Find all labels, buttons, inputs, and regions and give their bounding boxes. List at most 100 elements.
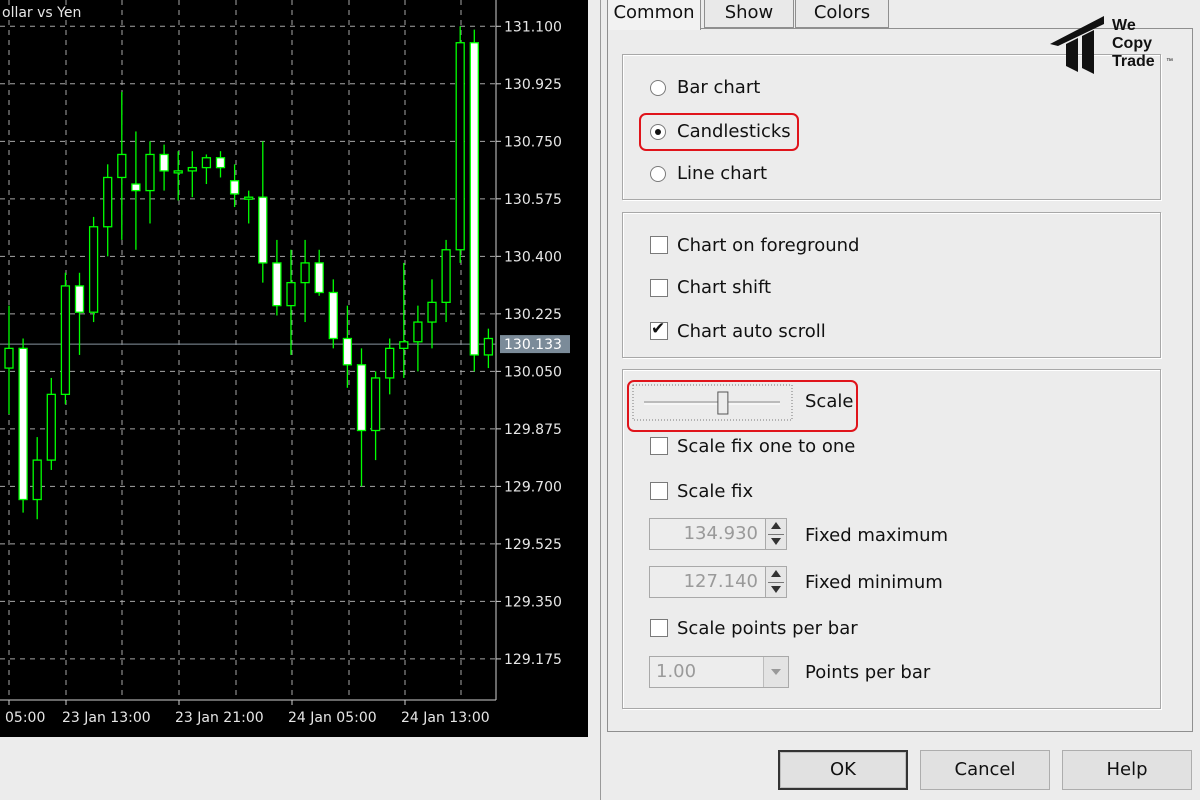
chart-shift-label[interactable]: Chart shift: [677, 277, 771, 298]
points-per-bar-value: 1.00: [656, 661, 697, 682]
slider-thumb[interactable]: [717, 391, 729, 415]
logo-text-trade: Trade: [1112, 53, 1155, 70]
candlesticks-label[interactable]: Candlesticks: [677, 121, 791, 142]
candle-body: [258, 196, 268, 264]
candle-body: [74, 285, 85, 313]
spin-up-icon: [771, 570, 781, 577]
candle-body: [455, 42, 465, 251]
price-tick-label: 130.400: [504, 249, 562, 265]
bar-chart-radio[interactable]: [650, 80, 666, 96]
logo-text-we: We: [1112, 17, 1136, 34]
price-chart[interactable]: 131.100 130.925 130.750 130.575 130.400 130.2…: [0, 0, 588, 737]
scale-fix-one-to-one-checkbox[interactable]: [650, 437, 668, 455]
spin-down-icon: [771, 586, 781, 593]
scale-slider[interactable]: [632, 384, 794, 422]
tab-common[interactable]: Common: [607, 0, 701, 30]
points-per-bar-label: Points per bar: [805, 662, 931, 683]
candle-body: [88, 226, 99, 313]
fixed-maximum-input[interactable]: 134.930: [649, 518, 767, 550]
candle-body: [201, 157, 212, 169]
price-tick-label: 130.750: [504, 134, 562, 150]
candle-body: [229, 180, 240, 195]
price-tick-label: 129.700: [504, 479, 562, 495]
chart-shift-checkbox[interactable]: [650, 279, 668, 297]
fixed-minimum-spinner[interactable]: [765, 566, 787, 598]
scale-points-per-bar-checkbox[interactable]: [650, 619, 668, 637]
candle-body: [46, 393, 56, 461]
candle-body: [131, 183, 141, 192]
fixed-minimum-input[interactable]: 127.140: [649, 566, 767, 598]
line-chart-radio[interactable]: [650, 166, 666, 182]
price-tick-label: 129.175: [504, 652, 562, 668]
candle-body: [441, 249, 451, 303]
chart-title: ollar vs Yen: [2, 5, 81, 21]
candlestick-chart: 131.100 130.925 130.750 130.575 130.400 130.2…: [0, 0, 570, 726]
candle-body: [342, 337, 353, 366]
help-button[interactable]: Help: [1062, 750, 1192, 790]
candle-body: [32, 459, 42, 501]
candle-body: [4, 347, 14, 369]
price-tick-label: 129.350: [504, 594, 562, 610]
wecopytrade-logo: We Copy Trade ™: [1048, 14, 1188, 76]
price-tick-label: 131.100: [504, 19, 562, 35]
time-tick-label: 23 Jan 13:00: [62, 710, 151, 726]
time-tick-label: 24 Jan 13:00: [401, 710, 490, 726]
candle-body: [286, 281, 296, 307]
candle-body: [159, 153, 169, 172]
scale-fix-checkbox[interactable]: [650, 482, 668, 500]
logo-trademark: ™: [1166, 58, 1173, 65]
candle-body: [117, 153, 127, 179]
checkmark-icon: ✔: [651, 319, 666, 339]
price-tick-label: 130.225: [504, 307, 562, 323]
chart-on-foreground-label[interactable]: Chart on foreground: [677, 235, 859, 256]
time-tick-label: 23 Jan 21:00: [175, 710, 264, 726]
scale-fix-label[interactable]: Scale fix: [677, 481, 753, 502]
fixed-maximum-label: Fixed maximum: [805, 525, 949, 546]
candle-body: [399, 341, 409, 350]
price-tick-label: 130.575: [504, 192, 562, 208]
candle-body: [314, 262, 324, 294]
cancel-button[interactable]: Cancel: [920, 750, 1050, 790]
line-chart-label[interactable]: Line chart: [677, 163, 767, 184]
candle-body: [18, 347, 28, 501]
price-tick-label: 130.925: [504, 77, 562, 93]
candle-body: [413, 321, 423, 343]
points-per-bar-combo[interactable]: 1.00: [649, 656, 789, 688]
ok-button[interactable]: OK: [778, 750, 908, 790]
candle-body: [300, 262, 310, 284]
candle-body: [215, 157, 226, 169]
time-tick-label: 24 Jan 05:00: [288, 710, 377, 726]
candle-body: [483, 337, 494, 356]
chart-auto-scroll-label[interactable]: Chart auto scroll: [677, 321, 826, 342]
price-tick-label: 130.050: [504, 364, 562, 380]
chart-on-foreground-checkbox[interactable]: [650, 236, 668, 254]
candle-body: [469, 42, 479, 356]
bar-chart-label[interactable]: Bar chart: [677, 77, 760, 98]
fixed-maximum-spinner[interactable]: [765, 518, 787, 550]
chart-auto-scroll-checkbox[interactable]: ✔: [650, 319, 668, 340]
candle-body: [427, 301, 437, 323]
tab-show[interactable]: Show: [704, 0, 794, 28]
scale-label: Scale: [805, 391, 854, 412]
candle-body: [60, 285, 71, 396]
candle-body: [173, 170, 183, 174]
logo-mark-icon: [1050, 16, 1104, 74]
candlesticks-radio[interactable]: [650, 124, 666, 140]
candle-body: [370, 377, 381, 432]
price-tick-label: 129.875: [504, 422, 562, 438]
candle-body: [385, 347, 395, 379]
scale-points-per-bar-label[interactable]: Scale points per bar: [677, 618, 858, 639]
time-tick-label: 05:00: [5, 710, 45, 726]
price-tick-label: 129.525: [504, 537, 562, 553]
candle-body: [145, 153, 155, 192]
scale-fix-one-to-one-label[interactable]: Scale fix one to one: [677, 436, 855, 457]
logo-text-copy: Copy: [1112, 35, 1152, 52]
candle-body: [187, 166, 197, 172]
chevron-down-icon[interactable]: [763, 657, 788, 687]
tab-colors[interactable]: Colors: [795, 0, 889, 28]
candle-body: [103, 176, 113, 228]
candle-body: [356, 364, 367, 432]
candle-body: [328, 291, 338, 340]
candle-body: [272, 262, 282, 307]
window-separator: [588, 0, 600, 740]
